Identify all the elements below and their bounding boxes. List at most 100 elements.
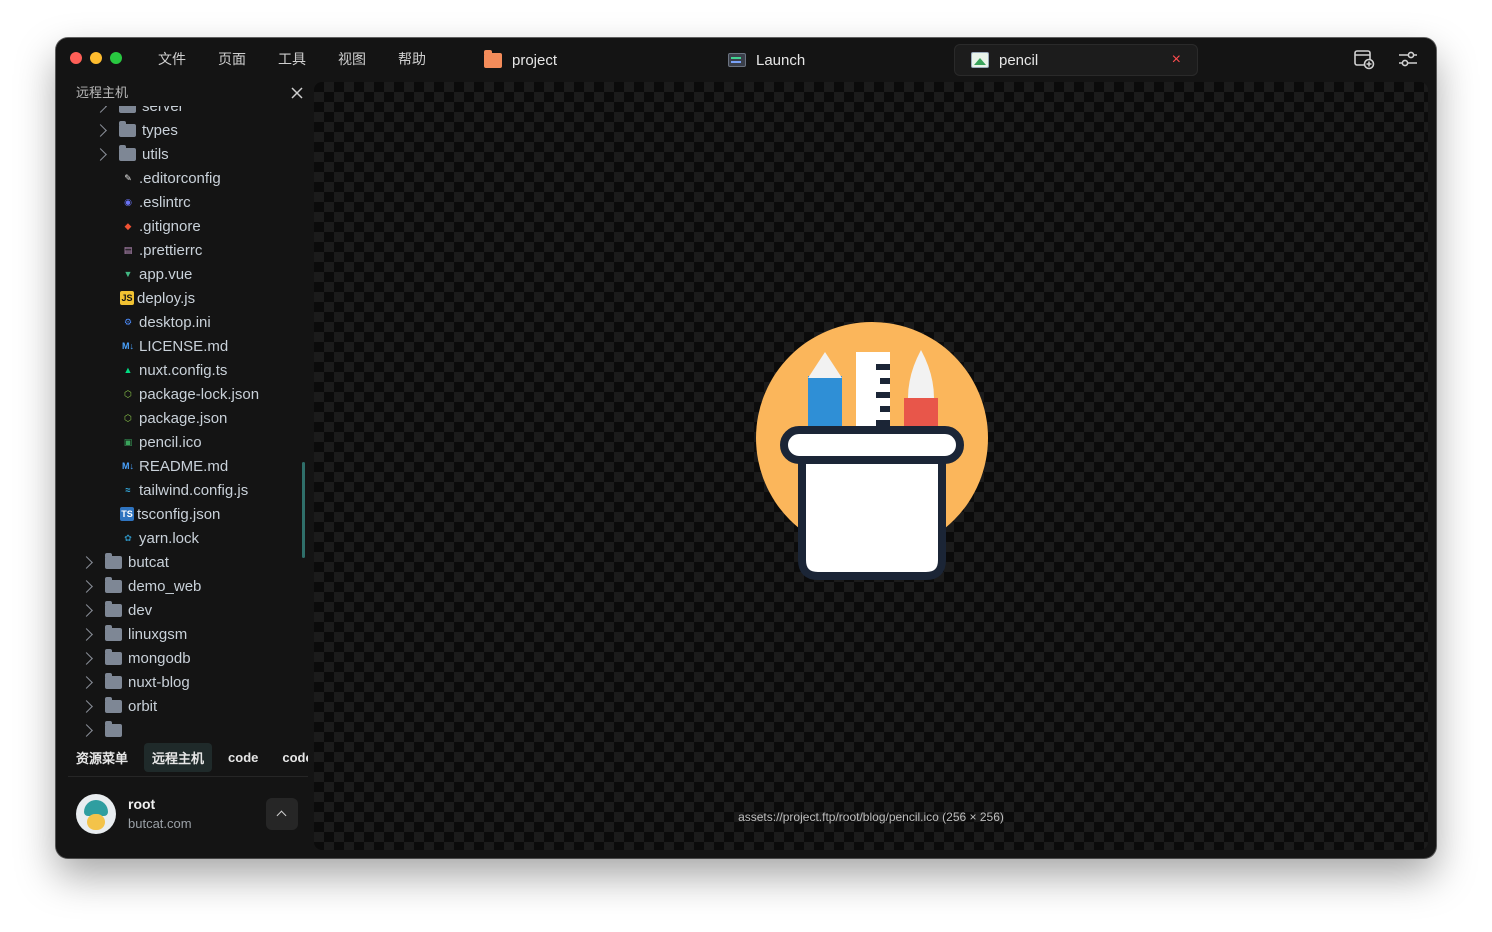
tree-item-label: server <box>142 106 184 115</box>
menu-help[interactable]: 帮助 <box>398 49 458 69</box>
tree-file-row[interactable]: TS tsconfig.json <box>56 502 306 526</box>
tree-folder-row[interactable]: types <box>56 118 306 142</box>
tree-file-row[interactable]: ≈ tailwind.config.js <box>56 478 306 502</box>
folder-icon <box>105 696 122 713</box>
tree-item-label: pencil.ico <box>139 433 202 451</box>
tree-item-label: app.vue <box>139 265 193 283</box>
vue-file-icon: ▼ <box>123 269 133 279</box>
folder-icon <box>105 672 122 689</box>
chevron-right-icon[interactable] <box>80 555 93 569</box>
menu-file[interactable]: 文件 <box>158 49 218 69</box>
tree-item-label: tsconfig.json <box>137 505 221 523</box>
tree-file-row[interactable]: M↓ README.md <box>56 454 306 478</box>
menu-tools[interactable]: 工具 <box>278 49 338 69</box>
tab-pencil[interactable]: pencil × <box>954 44 1198 76</box>
app-window: 文件 页面 工具 视图 帮助 project Launch pencil × 远… <box>56 38 1436 858</box>
chevron-up-icon[interactable] <box>266 798 298 830</box>
yarn-file-icon: ✿ <box>124 533 132 543</box>
tree-folder-row[interactable]: nuxt-blog <box>56 670 306 694</box>
tree-item-label: desktop.ini <box>139 313 211 331</box>
tree-file-row[interactable]: ⬡ package.json <box>56 406 306 430</box>
tree-item-label: types <box>142 121 178 139</box>
tree-file-row[interactable]: JS deploy.js <box>56 286 306 310</box>
node-file-icon: ⬡ <box>124 389 132 399</box>
tree-item-label: .gitignore <box>139 217 201 235</box>
tree-file-row[interactable]: ⚙ desktop.ini <box>56 310 306 334</box>
folder-icon <box>119 120 136 137</box>
tree-item-label: dev <box>128 601 153 619</box>
sidebar-title: 远程主机 <box>76 85 129 100</box>
new-window-icon[interactable] <box>1353 48 1375 70</box>
tree-item-label: LICENSE.md <box>139 337 229 355</box>
nuxt-file-icon: ▲ <box>123 365 133 375</box>
tab-project-label: project <box>512 51 558 69</box>
tree-file-row[interactable]: ✿ yarn.lock <box>56 526 306 550</box>
chevron-right-icon[interactable] <box>80 627 93 641</box>
menu-view[interactable]: 视图 <box>338 49 398 69</box>
chevron-right-icon[interactable] <box>94 123 107 137</box>
tree-folder-row[interactable]: utils <box>56 142 306 166</box>
bottom-tab-remote-hosts[interactable]: 远程主机 <box>144 742 213 772</box>
tree-folder-row[interactable]: server <box>56 106 306 118</box>
tree-folder-row[interactable]: orbit <box>56 694 306 718</box>
eslint-file-icon: ◉ <box>124 197 132 207</box>
chevron-right-icon[interactable] <box>80 675 93 689</box>
chevron-right-icon[interactable] <box>80 723 93 737</box>
git-file-icon: ◆ <box>124 221 132 231</box>
zoom-window-button[interactable] <box>110 52 122 64</box>
menu-bar: 文件 页面 工具 视图 帮助 <box>158 49 458 69</box>
sidebar-close-icon[interactable] <box>290 86 304 100</box>
tab-launch[interactable]: Launch <box>728 44 805 76</box>
tree-scrollbar[interactable] <box>302 462 305 558</box>
chevron-right-icon[interactable] <box>80 651 93 665</box>
file-tree: server types utils ✎ .editorconfig ◉ .eslintrc… <box>56 106 306 742</box>
tree-file-row[interactable]: ⬡ package-lock.json <box>56 382 306 406</box>
tree-file-row[interactable]: ▣ pencil.ico <box>56 430 306 454</box>
tree-file-row[interactable]: ◆ .gitignore <box>56 214 306 238</box>
folder-icon <box>119 106 136 113</box>
tree-file-row[interactable]: ▤ .prettierrc <box>56 238 306 262</box>
tree-folder-row[interactable]: butcat <box>56 550 306 574</box>
bottom-tab-code-2[interactable]: code <box>274 745 308 770</box>
tree-item-label: .editorconfig <box>139 169 221 187</box>
js-file-icon: JS <box>120 291 134 305</box>
chevron-right-icon[interactable] <box>80 603 93 617</box>
tree-item-label: butcat <box>128 553 169 571</box>
bottom-tab-code[interactable]: code <box>220 745 266 770</box>
tree-folder-row[interactable]: demo_web <box>56 574 306 598</box>
tab-launch-label: Launch <box>756 51 806 69</box>
settings-sliders-icon[interactable] <box>1397 48 1419 70</box>
sidebar: 远程主机 server types utils ✎ .editorconfig ◉ .esl… <box>56 82 312 858</box>
chevron-right-icon[interactable] <box>94 106 107 113</box>
user-host: butcat.com <box>128 816 192 831</box>
close-window-button[interactable] <box>70 52 82 64</box>
chevron-right-icon[interactable] <box>94 147 107 161</box>
tree-folder-row[interactable] <box>56 718 306 742</box>
tree-item-label: demo_web <box>128 577 202 595</box>
menu-page[interactable]: 页面 <box>218 49 278 69</box>
chevron-right-icon[interactable] <box>80 699 93 713</box>
window-controls <box>70 52 122 64</box>
minimize-window-button[interactable] <box>90 52 102 64</box>
tree-file-row[interactable]: ✎ .editorconfig <box>56 166 306 190</box>
tab-close-icon[interactable]: × <box>1172 52 1181 68</box>
tree-item-label: utils <box>142 145 169 163</box>
tree-file-row[interactable]: ◉ .eslintrc <box>56 190 306 214</box>
folder-icon <box>484 49 502 68</box>
tree-folder-row[interactable]: dev <box>56 598 306 622</box>
tree-item-label: .prettierrc <box>139 241 203 259</box>
tree-item-label: .eslintrc <box>139 193 191 211</box>
avatar[interactable] <box>76 794 116 834</box>
chevron-right-icon[interactable] <box>80 579 93 593</box>
gear-file-icon: ⚙ <box>123 317 133 327</box>
tree-file-row[interactable]: ▲ nuxt.config.ts <box>56 358 306 382</box>
tree-folder-row[interactable]: mongodb <box>56 646 306 670</box>
tab-project[interactable]: project <box>484 44 557 76</box>
tailwind-file-icon: ≈ <box>125 485 131 495</box>
tree-item-label: tailwind.config.js <box>139 481 249 499</box>
markdown-file-icon: M↓ <box>122 461 134 471</box>
bottom-tab-explorer[interactable]: 资源菜单 <box>68 743 136 772</box>
tree-folder-row[interactable]: linuxgsm <box>56 622 306 646</box>
tree-file-row[interactable]: M↓ LICENSE.md <box>56 334 306 358</box>
tree-file-row[interactable]: ▼ app.vue <box>56 262 306 286</box>
